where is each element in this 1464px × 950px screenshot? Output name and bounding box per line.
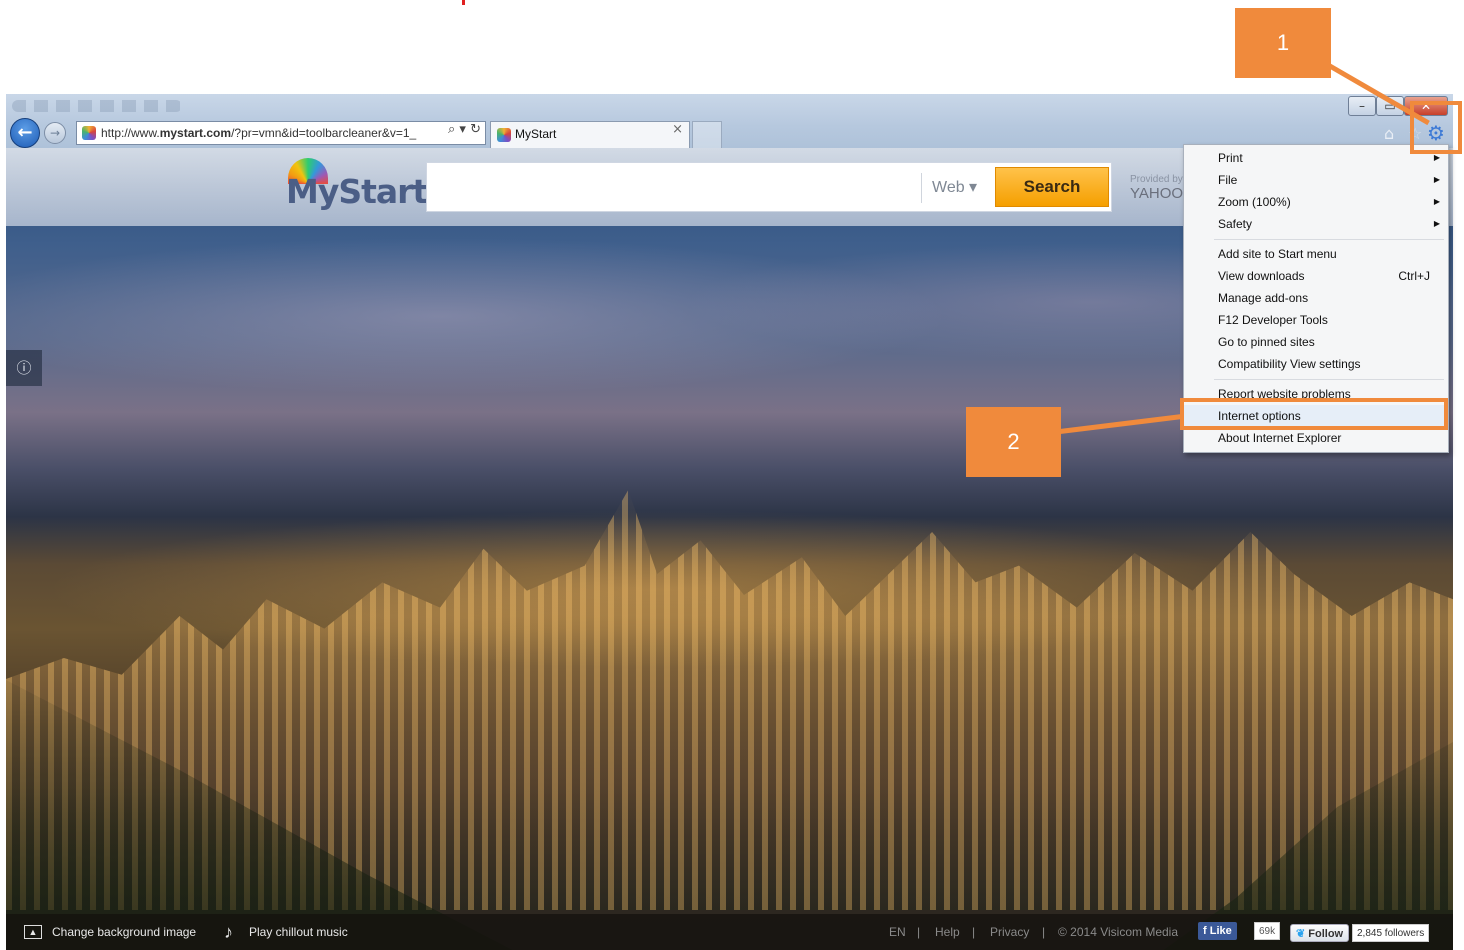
highlight-gear-box xyxy=(1410,101,1462,154)
refresh-icon[interactable]: ↻ xyxy=(470,122,481,137)
twitter-follow-button[interactable]: ❦ Follow xyxy=(1290,924,1350,942)
bottom-bar: ▲ Change background image ♪ Play chillou… xyxy=(6,914,1453,950)
menu-item-label: Zoom (100%) xyxy=(1218,195,1291,209)
change-background-link[interactable]: Change background image xyxy=(52,914,196,950)
search-button[interactable]: Search xyxy=(995,167,1109,207)
menu-item-label: Compatibility View settings xyxy=(1218,357,1361,371)
menu-item-safety[interactable]: Safety ▶ xyxy=(1184,213,1448,235)
home-icon[interactable]: ⌂ xyxy=(1384,124,1394,143)
new-tab-button[interactable] xyxy=(692,121,722,148)
menu-item-label: Go to pinned sites xyxy=(1218,335,1315,349)
provider-credit: Provided by YAHOO xyxy=(1130,174,1183,202)
back-button[interactable]: ← xyxy=(10,118,40,148)
menu-item-label: View downloads xyxy=(1218,269,1305,283)
submenu-arrow-icon: ▶ xyxy=(1433,219,1440,228)
search-icon[interactable]: ⌕ xyxy=(448,122,455,137)
image-icon: ▲ xyxy=(24,925,42,939)
dropdown-icon[interactable]: ▾ xyxy=(459,122,466,137)
tab-favicon-icon xyxy=(497,128,511,142)
menu-item-pinned-sites[interactable]: Go to pinned sites xyxy=(1184,331,1448,353)
menu-separator xyxy=(1214,239,1444,240)
mystart-logo[interactable]: MyStart xyxy=(284,158,428,214)
music-note-icon: ♪ xyxy=(224,922,233,942)
menu-item-label: About Internet Explorer xyxy=(1218,431,1342,445)
like-count: 69k xyxy=(1254,922,1281,940)
twitter-icon: ❦ xyxy=(1296,928,1309,940)
menu-item-zoom[interactable]: Zoom (100%) ▶ xyxy=(1184,191,1448,213)
menu-item-file[interactable]: File ▶ xyxy=(1184,169,1448,191)
browser-toolbar: – ▭ ✕ ← → http://www.mystart.com/?pr=vmn… xyxy=(6,94,1453,148)
minimize-button[interactable]: – xyxy=(1348,96,1376,116)
forward-icon: → xyxy=(49,126,61,140)
menu-item-label: Safety xyxy=(1218,217,1253,231)
menu-item-label: Manage add-ons xyxy=(1218,291,1309,305)
callout-step-1: 1 xyxy=(1235,8,1331,78)
like-label: Like xyxy=(1209,925,1232,937)
facebook-icon: f xyxy=(1203,925,1210,937)
url-prefix: http://www. xyxy=(101,126,160,140)
menu-item-label: F12 Developer Tools xyxy=(1218,313,1328,327)
bottom-divider: | xyxy=(917,925,921,939)
tab-title: MyStart xyxy=(515,127,557,141)
follow-label: Follow xyxy=(1308,928,1344,940)
help-link[interactable]: Help xyxy=(935,914,960,950)
back-icon: ← xyxy=(17,122,33,143)
bottom-divider: | xyxy=(1042,925,1046,939)
language-link[interactable]: EN xyxy=(889,914,906,950)
menu-item-label: File xyxy=(1218,173,1238,187)
screenshot-stage: – ▭ ✕ ← → http://www.mystart.com/?pr=vmn… xyxy=(0,0,1464,950)
menu-item-developer-tools[interactable]: F12 Developer Tools xyxy=(1184,309,1448,331)
menu-item-label: Print xyxy=(1218,151,1243,165)
bottom-divider: | xyxy=(972,925,976,939)
tab-mystart[interactable]: MyStart × xyxy=(490,121,690,148)
highlight-internet-options-box xyxy=(1180,398,1448,430)
menu-item-manage-addons[interactable]: Manage add-ons xyxy=(1184,287,1448,309)
logo-text: MyStart xyxy=(286,172,428,211)
submenu-arrow-icon: ▶ xyxy=(1433,197,1440,206)
provided-by-label: Provided by xyxy=(1130,174,1183,185)
toolbar-reflection xyxy=(12,100,182,112)
menu-shortcut: Ctrl+J xyxy=(1398,269,1430,283)
menu-item-about-ie[interactable]: About Internet Explorer xyxy=(1184,427,1448,449)
menu-item-add-to-start[interactable]: Add site to Start menu xyxy=(1184,243,1448,265)
forward-button[interactable]: → xyxy=(44,122,66,144)
callout-step-2: 2 xyxy=(966,407,1061,477)
search-box: Web ▾ Search xyxy=(426,162,1112,212)
site-favicon-icon xyxy=(82,126,96,140)
provider-name: YAHOO xyxy=(1130,185,1184,202)
menu-item-print[interactable]: Print ▶ xyxy=(1184,147,1448,169)
menu-item-view-downloads[interactable]: View downloads Ctrl+J xyxy=(1184,265,1448,287)
menu-item-compatibility-view[interactable]: Compatibility View settings xyxy=(1184,353,1448,375)
menu-item-label: Add site to Start menu xyxy=(1218,247,1337,261)
menu-separator xyxy=(1214,379,1444,380)
followers-count: 2,845 followers xyxy=(1352,924,1430,942)
submenu-arrow-icon: ▶ xyxy=(1433,175,1440,184)
privacy-link[interactable]: Privacy xyxy=(990,914,1029,950)
tab-close-icon[interactable]: × xyxy=(672,122,683,137)
copyright-text: © 2014 Visicom Media xyxy=(1058,925,1179,939)
play-music-link[interactable]: Play chillout music xyxy=(249,914,348,950)
address-tools: ⌕ ▾ ↻ xyxy=(448,122,481,137)
search-input[interactable] xyxy=(431,167,921,207)
info-icon[interactable]: ⓘ xyxy=(6,350,42,386)
search-scope-dropdown[interactable]: Web ▾ xyxy=(921,173,991,203)
facebook-like-button[interactable]: f Like xyxy=(1198,922,1237,940)
red-marker xyxy=(462,0,465,5)
address-bar[interactable]: http://www.mystart.com/?pr=vmn&id=toolba… xyxy=(76,121,486,145)
url-domain: mystart.com xyxy=(159,126,232,140)
url-path: /?pr=vmn&id=toolbarcleaner&v=1_ xyxy=(231,126,417,140)
